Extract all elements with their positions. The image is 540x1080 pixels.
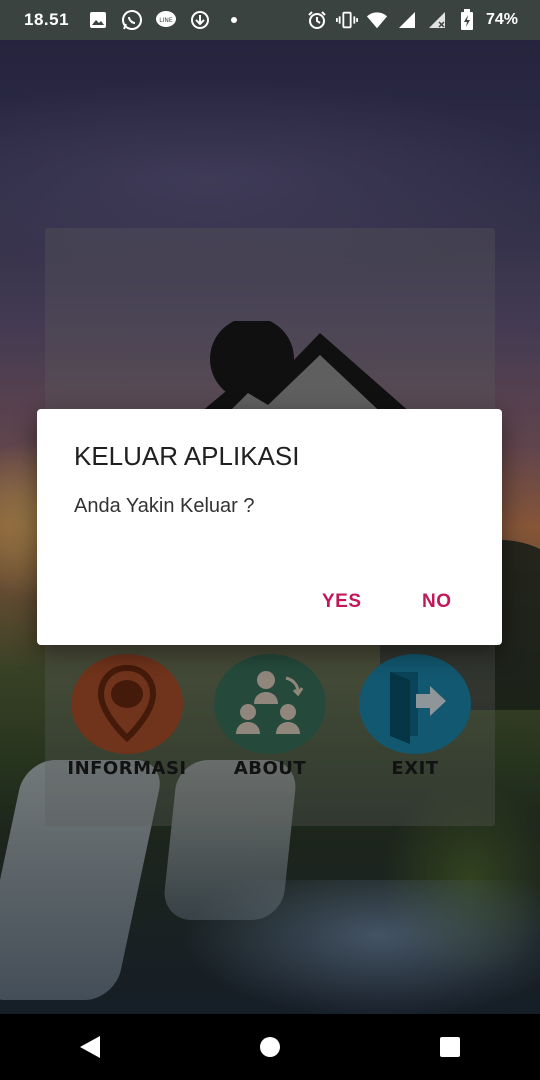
download-icon (189, 9, 211, 31)
navigation-bar (0, 1014, 540, 1080)
battery-charging-icon (456, 9, 478, 31)
signal-icon (396, 9, 418, 31)
system-icons: 74% (306, 9, 518, 31)
signal-noservice-icon (426, 9, 448, 31)
wifi-icon (366, 9, 388, 31)
whatsapp-icon (121, 9, 143, 31)
dot-icon (223, 9, 245, 31)
line-icon: LINE (155, 9, 177, 31)
no-button[interactable]: NO (422, 591, 452, 613)
notification-icons: LINE (87, 9, 245, 31)
home-icon (260, 1037, 280, 1057)
recents-button[interactable] (420, 1017, 480, 1077)
dialog-message: Anda Yakin Keluar ? (74, 495, 255, 517)
back-icon (80, 1036, 100, 1058)
battery-percent: 74% (485, 11, 518, 28)
svg-text:LINE: LINE (159, 17, 173, 24)
dialog-title: KELUAR APLIKASI (74, 441, 300, 471)
alarm-icon (306, 9, 328, 31)
image-icon (87, 9, 109, 31)
yes-button[interactable]: YES (322, 591, 362, 613)
status-bar: 18.51 LINE 74% (0, 0, 540, 40)
status-time: 18.51 (24, 10, 70, 29)
home-button[interactable] (240, 1017, 300, 1077)
vibrate-icon (335, 9, 358, 31)
recents-icon (440, 1037, 460, 1057)
back-button[interactable] (60, 1017, 120, 1077)
exit-dialog: KELUAR APLIKASI Anda Yakin Keluar ? YES … (37, 409, 502, 645)
